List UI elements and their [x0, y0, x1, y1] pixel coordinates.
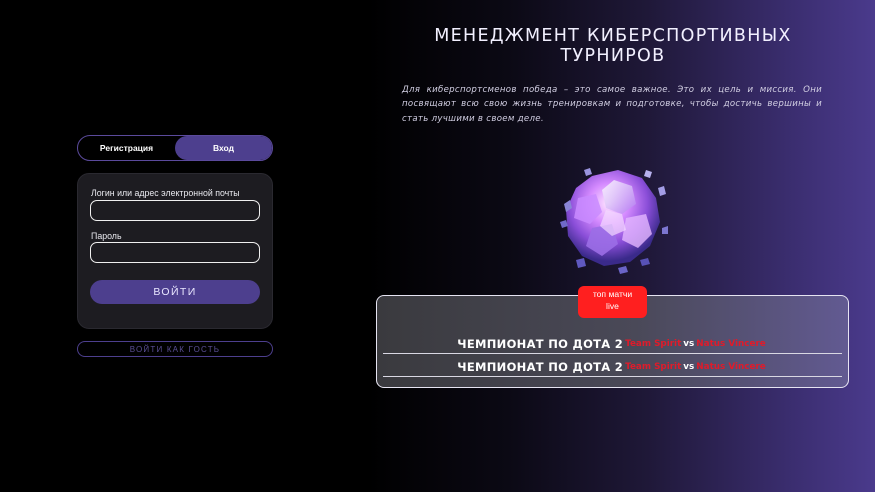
match-title: ЧЕМПИОНАТ ПО ДОТА 2 — [457, 360, 624, 374]
match-vs: vs — [683, 339, 695, 349]
login-form: Логин или адрес электронной почты Пароль… — [77, 173, 273, 329]
login-field-label: Логин или адрес электронной почты — [91, 188, 240, 198]
badge-line-1: топ матчи — [592, 289, 633, 299]
tab-login[interactable]: Вход — [175, 136, 272, 160]
auth-tab-switch: Регистрация Вход — [77, 135, 273, 161]
badge-line-2: live — [606, 300, 619, 311]
match-title: ЧЕМПИОНАТ ПО ДОТА 2 — [457, 337, 624, 351]
match-divider — [383, 375, 842, 377]
guest-login-button[interactable]: ВОЙТИ КАК ГОСТЬ — [77, 341, 273, 357]
crystal-sphere-icon — [560, 168, 668, 274]
page-title: МЕНЕДЖМЕНТ КИБЕРСПОРТИВНЫХ ТУРНИРОВ — [434, 26, 792, 66]
password-field-label: Пароль — [91, 231, 122, 241]
match-team-1: Team Spirit — [625, 339, 682, 349]
match-team-1: Team Spirit — [625, 362, 682, 372]
match-row[interactable]: ЧЕМПИОНАТ ПО ДОТА 2 Team Spirit vs Natus… — [383, 358, 842, 377]
match-row[interactable]: ЧЕМПИОНАТ ПО ДОТА 2 Team Spirit vs Natus… — [383, 335, 842, 354]
tab-registration[interactable]: Регистрация — [78, 136, 175, 160]
password-input[interactable] — [90, 242, 260, 263]
intro-text: Для киберспортсменов победа – это самое … — [402, 85, 822, 124]
login-button[interactable]: ВОЙТИ — [90, 280, 260, 304]
login-input[interactable] — [90, 200, 260, 221]
match-divider — [383, 352, 842, 354]
match-team-2: Natus Vincere — [696, 362, 766, 372]
top-matches-live-badge: топ матчи live — [578, 286, 647, 318]
match-team-2: Natus Vincere — [696, 339, 766, 349]
match-vs: vs — [683, 362, 695, 372]
